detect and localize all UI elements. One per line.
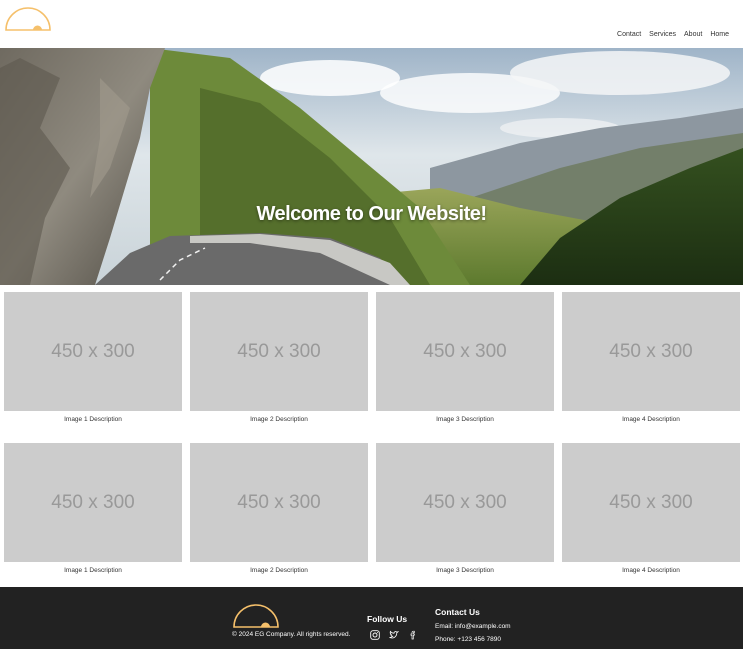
nav-services[interactable]: Services xyxy=(649,31,676,38)
site-header: Contact Services About Home xyxy=(0,0,743,48)
image-caption: Image 2 Description xyxy=(250,416,308,423)
image-caption: Image 4 Description xyxy=(622,416,680,423)
gallery-card[interactable]: 450 x 300 Image 4 Description xyxy=(562,443,740,574)
image-placeholder: 450 x 300 xyxy=(190,292,368,411)
contact-phone: Phone: +123 456 7890 xyxy=(435,636,501,643)
gallery-card[interactable]: 450 x 300 Image 2 Description xyxy=(190,292,368,423)
mountain-landscape-image xyxy=(0,48,743,285)
copyright-text: © 2024 EG Company. All rights reserved. xyxy=(232,631,351,638)
image-caption: Image 1 Description xyxy=(64,416,122,423)
image-placeholder: 450 x 300 xyxy=(4,292,182,411)
image-placeholder: 450 x 300 xyxy=(190,443,368,562)
image-placeholder: 450 x 300 xyxy=(4,443,182,562)
image-placeholder: 450 x 300 xyxy=(376,292,554,411)
social-links xyxy=(370,627,418,640)
image-caption: Image 3 Description xyxy=(436,567,494,574)
site-footer: © 2024 EG Company. All rights reserved. … xyxy=(0,587,743,649)
contact-email[interactable]: Email: info@example.com xyxy=(435,623,511,630)
image-caption: Image 2 Description xyxy=(250,567,308,574)
nav-home[interactable]: Home xyxy=(710,31,729,38)
image-caption: Image 3 Description xyxy=(436,416,494,423)
image-caption: Image 4 Description xyxy=(622,567,680,574)
gallery-card[interactable]: 450 x 300 Image 4 Description xyxy=(562,292,740,423)
nav-contact[interactable]: Contact xyxy=(617,31,641,38)
twitter-icon[interactable] xyxy=(388,627,400,639)
gallery-card[interactable]: 450 x 300 Image 1 Description xyxy=(4,443,182,574)
gallery-card[interactable]: 450 x 300 Image 1 Description xyxy=(4,292,182,423)
nav-about[interactable]: About xyxy=(684,31,702,38)
gallery-card[interactable]: 450 x 300 Image 3 Description xyxy=(376,292,554,423)
image-placeholder: 450 x 300 xyxy=(562,443,740,562)
gallery-card[interactable]: 450 x 300 Image 2 Description xyxy=(190,443,368,574)
image-placeholder: 450 x 300 xyxy=(376,443,554,562)
gallery-card[interactable]: 450 x 300 Image 3 Description xyxy=(376,443,554,574)
image-placeholder: 450 x 300 xyxy=(562,292,740,411)
hero-banner: Welcome to Our Website! xyxy=(0,48,743,285)
facebook-icon[interactable] xyxy=(408,627,418,640)
main-nav: Contact Services About Home xyxy=(617,31,729,38)
image-caption: Image 1 Description xyxy=(64,567,122,574)
hero-title: Welcome to Our Website! xyxy=(256,203,487,225)
instagram-icon[interactable] xyxy=(370,627,380,640)
follow-us-heading: Follow Us xyxy=(367,614,408,624)
contact-us-heading: Contact Us xyxy=(435,607,480,617)
half-sun-logo[interactable] xyxy=(5,6,51,31)
half-sun-logo xyxy=(233,604,279,628)
